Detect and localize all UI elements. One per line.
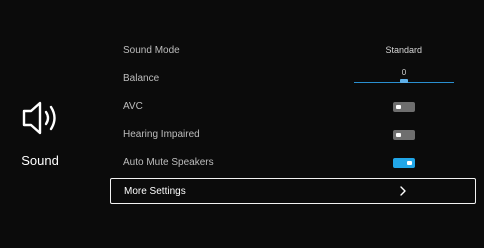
sidebar-title: Sound: [21, 153, 59, 168]
balance-value: 0: [401, 68, 407, 77]
auto-mute-speakers-row[interactable]: Auto Mute Speakers: [110, 149, 476, 177]
balance-row[interactable]: Balance 0: [110, 65, 476, 93]
chevron-right-icon: [400, 186, 406, 196]
hearing-impaired-toggle[interactable]: [393, 130, 415, 140]
sidebar: Sound: [0, 0, 100, 248]
avc-toggle[interactable]: [393, 102, 415, 112]
toggle-knob: [407, 161, 412, 165]
sound-mode-value: Standard: [385, 45, 422, 55]
sound-mode-row[interactable]: Sound Mode Standard: [110, 37, 476, 65]
toggle-knob: [396, 105, 401, 109]
sound-settings-screen: Sound Sound Mode Standard Balance 0 AVC …: [0, 0, 484, 248]
sound-menu: Sound Mode Standard Balance 0 AVC Hearin…: [110, 37, 476, 204]
auto-mute-speakers-label: Auto Mute Speakers: [123, 157, 214, 168]
speaker-icon: [22, 101, 56, 135]
hearing-impaired-label: Hearing Impaired: [123, 129, 200, 140]
balance-label: Balance: [123, 73, 160, 84]
hearing-impaired-row[interactable]: Hearing Impaired: [110, 121, 476, 149]
avc-row[interactable]: AVC: [110, 93, 476, 121]
balance-slider[interactable]: 0: [354, 68, 454, 90]
balance-slider-thumb[interactable]: [400, 79, 408, 83]
more-settings-row[interactable]: More Settings: [110, 178, 476, 204]
auto-mute-speakers-toggle[interactable]: [393, 158, 415, 168]
toggle-knob: [396, 133, 401, 137]
more-settings-label: More Settings: [124, 186, 186, 197]
avc-label: AVC: [123, 101, 143, 112]
sound-mode-label: Sound Mode: [123, 45, 180, 56]
